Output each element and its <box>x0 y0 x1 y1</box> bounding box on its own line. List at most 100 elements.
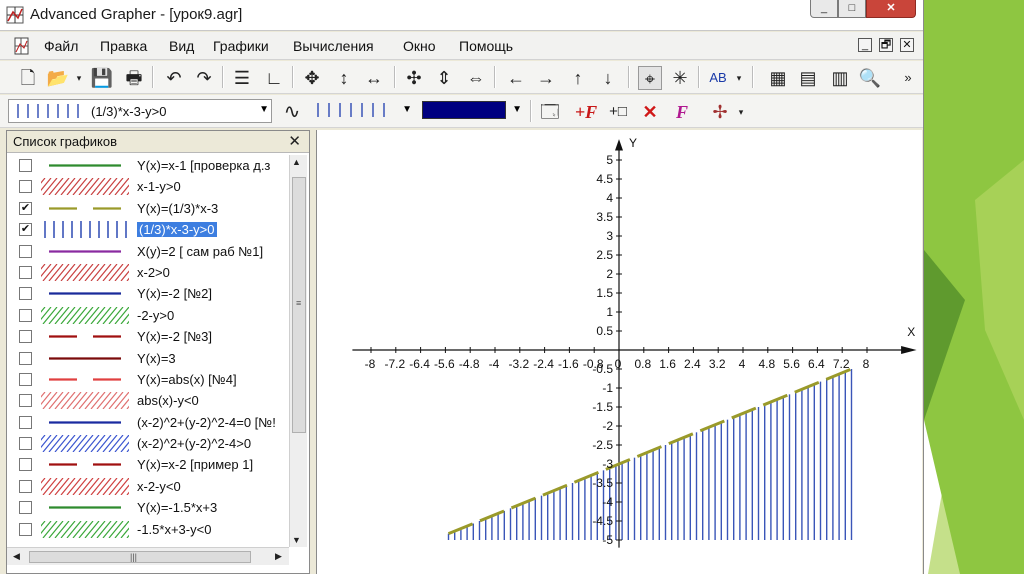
visibility-checkbox[interactable] <box>19 308 32 322</box>
tangent-icon[interactable]: ✢ <box>708 100 732 124</box>
axes-icon[interactable]: ∟ <box>262 66 286 90</box>
delete-graph-icon[interactable]: ✕ <box>638 100 662 124</box>
visibility-checkbox[interactable] <box>19 458 32 472</box>
graph-list-item[interactable]: X(y)=2 [ сам раб №1] <box>7 241 289 262</box>
fill-color-dropdown[interactable]: ▼ <box>420 99 524 123</box>
graph-list-item[interactable]: x-1-y>0 <box>7 176 289 197</box>
graph-selector-dropdown[interactable]: (1/3)*x-3-y>0 ▼ <box>8 99 272 123</box>
document-icon[interactable] <box>13 37 31 55</box>
graph-list-item[interactable]: x-2-y<0 <box>7 476 289 497</box>
arrow-up-icon[interactable]: ↑ <box>566 66 590 90</box>
graph-list-item[interactable]: Y(x)=x-1 [проверка д.з <box>7 155 289 176</box>
visibility-checkbox[interactable] <box>19 501 32 515</box>
visibility-checkbox[interactable] <box>19 330 32 344</box>
redo-icon[interactable]: ↷ <box>192 66 216 90</box>
visibility-checkbox[interactable] <box>19 351 32 365</box>
visibility-checkbox[interactable] <box>19 437 32 451</box>
title-bar[interactable]: Advanced Grapher - [урок9.agr] _ □ ✕ <box>0 0 923 31</box>
ab-text-icon[interactable]: AB <box>706 66 730 90</box>
graph-list-item[interactable]: Y(x)=-2 [№3] <box>7 326 289 347</box>
chevron-down-icon[interactable]: ▼ <box>259 104 269 115</box>
graph-canvas[interactable]: -8 -7.2 -6.4 -5.6 -4.8 -4 -3.2 -2.4 -1.6 -0.8 0 0.8… <box>316 130 922 574</box>
horizontal-scrollbar[interactable]: ◀ ||| ▶ <box>7 547 289 565</box>
visibility-checkbox[interactable]: ✔ <box>19 201 32 215</box>
ab-dropdown-icon[interactable]: ▾ <box>734 66 744 90</box>
add-formula-icon[interactable]: +F <box>574 100 598 124</box>
move-vertical-icon[interactable]: ↕ <box>332 66 356 90</box>
vertical-scrollbar[interactable]: ▲ ≡ ▼ <box>289 155 307 547</box>
menu-calculations[interactable]: Вычисления <box>293 38 374 54</box>
graph-list-item[interactable]: -2-y>0 <box>7 305 289 326</box>
move-all-icon[interactable]: ✥ <box>300 66 324 90</box>
visibility-checkbox[interactable] <box>19 180 32 194</box>
move-horizontal-icon[interactable]: ↔ <box>362 66 386 90</box>
scroll-left-icon[interactable]: ◀ <box>13 551 20 562</box>
mdi-minimize-button[interactable]: _ <box>858 38 872 52</box>
menu-file[interactable]: Файл <box>44 38 78 54</box>
scroll-thumb[interactable]: ≡ <box>292 177 306 433</box>
close-button[interactable]: ✕ <box>866 0 916 18</box>
visibility-checkbox[interactable] <box>19 265 32 279</box>
fill-pattern-dropdown[interactable]: ▼ <box>310 99 414 123</box>
visibility-checkbox[interactable] <box>19 287 32 301</box>
zoom-tool-icon[interactable]: 🔍 <box>858 66 882 90</box>
calculator-icon[interactable]: ▦ <box>766 66 790 90</box>
visibility-checkbox[interactable] <box>19 394 32 408</box>
scroll-right-icon[interactable]: ▶ <box>275 551 282 562</box>
visibility-checkbox[interactable] <box>19 244 32 258</box>
add-point-icon[interactable]: +□ <box>606 100 630 124</box>
graph-list-item[interactable]: abs(x)-y<0 <box>7 390 289 411</box>
visibility-checkbox[interactable] <box>19 372 32 386</box>
zoom-vertical-icon[interactable]: ⇕ <box>432 66 456 90</box>
maximize-button[interactable]: □ <box>838 0 866 18</box>
panel-close-icon[interactable]: ✕ <box>288 132 301 150</box>
overflow-icon[interactable]: » <box>896 66 920 90</box>
graph-list-item[interactable]: ✔ (1/3)*x-3-y>0 <box>7 219 289 240</box>
arrow-down-icon[interactable]: ↓ <box>596 66 620 90</box>
graph-list-item[interactable]: -1.5*x+3-y<0 <box>7 519 289 540</box>
new-icon[interactable]: 🗋 <box>16 66 40 90</box>
graph-list-item[interactable]: Y(x)=-1.5*x+3 <box>7 497 289 518</box>
graph-list-item[interactable]: x-2>0 <box>7 262 289 283</box>
menu-window[interactable]: Окно <box>403 38 436 54</box>
graph-list-item[interactable]: (x-2)^2+(y-2)^2-4=0 [№! <box>7 412 289 433</box>
open-dropdown-icon[interactable]: ▾ <box>74 66 84 90</box>
visibility-checkbox[interactable] <box>19 415 32 429</box>
visibility-checkbox[interactable] <box>19 522 32 536</box>
crosshair-icon[interactable]: ⌖ <box>638 66 662 90</box>
mdi-close-button[interactable]: ✕ <box>900 38 914 52</box>
arrow-left-icon[interactable]: ← <box>504 66 528 90</box>
scroll-up-icon[interactable]: ▲ <box>292 157 301 167</box>
print-icon[interactable]: 🖶 <box>122 66 146 90</box>
menu-edit[interactable]: Правка <box>100 38 147 54</box>
spreadsheet-icon[interactable]: ▥ <box>828 66 852 90</box>
sine-wave-icon[interactable]: ∿ <box>280 100 304 124</box>
menu-graphs[interactable]: Графики <box>213 38 269 54</box>
menu-view[interactable]: Вид <box>169 38 194 54</box>
undo-icon[interactable]: ↶ <box>162 66 186 90</box>
graph-list-item[interactable]: ✔ Y(x)=(1/3)*x-3 <box>7 198 289 219</box>
minimize-button[interactable]: _ <box>810 0 838 18</box>
chevron-down-icon[interactable]: ▼ <box>402 104 412 115</box>
plot-svg[interactable]: -8 -7.2 -6.4 -5.6 -4.8 -4 -3.2 -2.4 -1.6 -0.8 0 0.8… <box>317 130 923 574</box>
horizontal-scroll-thumb[interactable]: ||| <box>29 551 251 563</box>
edit-formula-icon[interactable]: F <box>670 100 694 124</box>
graph-list-item[interactable]: Y(x)=x-2 [пример 1] <box>7 454 289 475</box>
scroll-down-icon[interactable]: ▼ <box>292 535 301 545</box>
graph-list-item[interactable]: (x-2)^2+(y-2)^2-4>0 <box>7 433 289 454</box>
mdi-restore-button[interactable]: 🗗 <box>879 38 893 52</box>
menu-help[interactable]: Помощь <box>459 38 513 54</box>
table-icon[interactable]: ▤ <box>796 66 820 90</box>
asterisk-icon[interactable]: ✳ <box>668 66 692 90</box>
zoom-all-icon[interactable]: ✣ <box>402 66 426 90</box>
graph-list-item[interactable]: Y(x)=3 <box>7 348 289 369</box>
zoom-horizontal-icon[interactable]: ⇔ <box>464 66 488 90</box>
save-icon[interactable]: 💾 <box>90 66 114 90</box>
arrow-right-icon[interactable]: → <box>534 66 558 90</box>
graph-list-item[interactable]: Y(x)=abs(x) [№4] <box>7 369 289 390</box>
chevron-down-icon[interactable]: ▼ <box>512 104 522 115</box>
visibility-checkbox[interactable] <box>19 159 32 172</box>
graph-properties-icon[interactable]: 🗔 <box>538 100 562 124</box>
visibility-checkbox[interactable] <box>19 479 32 493</box>
graph-list-item[interactable]: Y(x)=-2 [№2] <box>7 283 289 304</box>
